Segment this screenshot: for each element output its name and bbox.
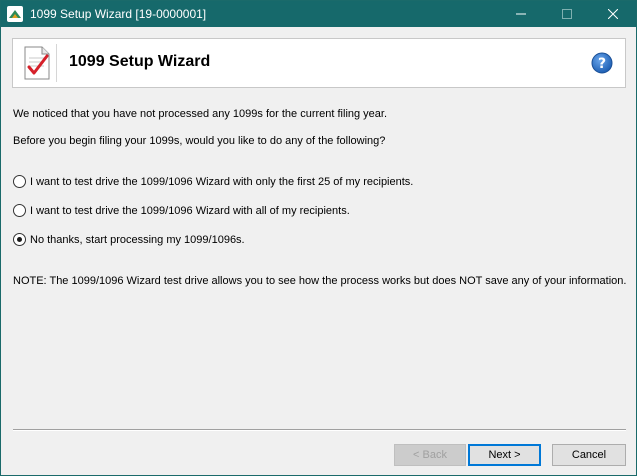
app-logo-icon (7, 6, 23, 22)
option-start-processing[interactable]: No thanks, start processing my 1099/1096… (13, 233, 245, 246)
back-button[interactable]: < Back (394, 444, 466, 466)
checklist-document-icon (22, 46, 52, 80)
prompt-text: Before you begin filing your 1099s, woul… (13, 135, 386, 147)
title-bar[interactable]: 1099 Setup Wizard [19-0000001] (1, 1, 636, 27)
notice-text: We noticed that you have not processed a… (13, 108, 388, 120)
next-button[interactable]: Next > (468, 444, 541, 466)
option-label: I want to test drive the 1099/1096 Wizar… (30, 204, 350, 217)
radio-button[interactable] (13, 175, 26, 188)
cancel-button[interactable]: Cancel (552, 444, 626, 466)
svg-text:?: ? (598, 56, 606, 72)
minimize-button[interactable] (498, 1, 544, 27)
close-icon (608, 9, 618, 19)
page-title: 1099 Setup Wizard (69, 53, 211, 70)
window-title: 1099 Setup Wizard [19-0000001] (30, 7, 207, 21)
option-test-drive-first-25[interactable]: I want to test drive the 1099/1096 Wizar… (13, 175, 413, 188)
footer-divider (13, 429, 626, 431)
minimize-icon (516, 13, 526, 15)
option-label: I want to test drive the 1099/1096 Wizar… (30, 175, 414, 188)
radio-button-selected[interactable] (13, 233, 26, 246)
help-question-icon[interactable]: ? (591, 52, 613, 74)
maximize-button[interactable] (544, 1, 590, 27)
wizard-window: 1099 Setup Wizard [19-0000001] 1099 Setu… (0, 0, 637, 476)
header-divider (56, 44, 57, 82)
maximize-icon (562, 9, 572, 19)
radio-button[interactable] (13, 204, 26, 217)
close-button[interactable] (590, 1, 636, 27)
note-text: NOTE: The 1099/1096 Wizard test drive al… (13, 275, 627, 287)
option-test-drive-all[interactable]: I want to test drive the 1099/1096 Wizar… (13, 204, 350, 217)
wizard-header: 1099 Setup Wizard ? (12, 38, 626, 88)
option-label: No thanks, start processing my 1099/1096… (30, 233, 245, 246)
